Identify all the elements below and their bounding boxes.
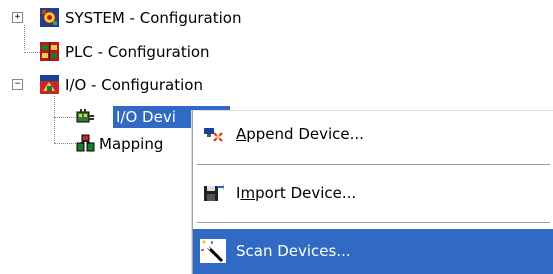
tree-line <box>54 117 76 118</box>
menu-item-label: Append Device... <box>236 125 364 143</box>
menu-item-append-device[interactable]: Append Device... <box>193 117 553 151</box>
mappings-icon <box>76 134 95 153</box>
menu-item-import-device[interactable]: Import Device... <box>193 176 553 210</box>
import-device-icon <box>202 183 224 203</box>
tree-item-system-configuration[interactable]: SYSTEM - Configuration <box>62 7 244 29</box>
tree-item-plc-configuration[interactable]: PLC - Configuration <box>62 41 213 63</box>
append-device-icon <box>202 124 224 144</box>
context-menu: Append Device... Import Device... Scan D… <box>192 110 553 274</box>
tree-item-mappings[interactable]: Mapping <box>96 133 166 155</box>
tree-line <box>54 143 76 144</box>
collapse-toggle-io[interactable]: − <box>12 79 23 90</box>
io-config-icon <box>40 75 59 94</box>
io-devices-icon <box>76 107 95 126</box>
plc-config-icon <box>40 42 59 61</box>
tree-line <box>54 96 55 143</box>
system-config-icon <box>40 8 59 27</box>
menu-item-label: Import Device... <box>236 184 357 202</box>
menu-item-label: Scan Devices... <box>236 242 351 260</box>
tree-item-io-configuration[interactable]: I/O - Configuration <box>62 74 206 96</box>
menu-separator <box>197 222 550 224</box>
expand-toggle-system[interactable]: + <box>12 12 23 23</box>
scan-devices-wand-icon <box>200 239 226 263</box>
menu-separator <box>197 164 550 166</box>
menu-item-scan-devices[interactable]: Scan Devices... <box>193 229 553 274</box>
tree-line <box>24 25 25 50</box>
